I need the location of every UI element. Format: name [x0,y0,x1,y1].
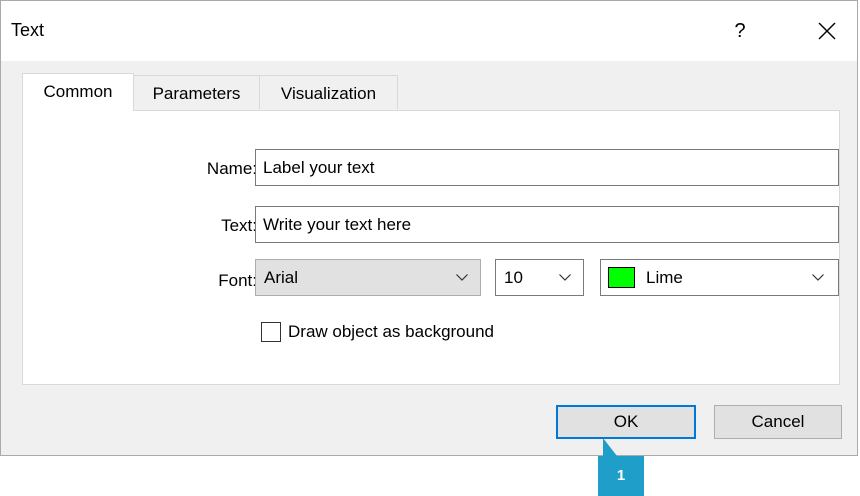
close-button[interactable] [807,13,847,49]
color-select[interactable]: Lime [600,259,839,296]
cancel-button[interactable]: Cancel [714,405,842,439]
tab-visualization[interactable]: Visualization [259,75,398,109]
draw-as-background-checkbox[interactable] [261,322,281,342]
common-tab-panel: Name: Label your text Text: Write your t… [22,110,840,385]
step-marker: 1 [598,456,644,496]
callout-pointer [603,438,617,456]
font-label: Font: [218,271,257,290]
help-button[interactable]: ? [723,13,757,49]
close-icon [818,22,836,40]
text-label: Text: [221,216,257,235]
name-label: Name: [206,159,257,178]
font-family-value: Arial [264,268,299,287]
chevron-down-icon [555,260,575,295]
text-input[interactable]: Write your text here [255,206,839,243]
color-value: Lime [646,268,683,287]
chevron-down-icon [452,260,472,295]
font-size-value: 10 [504,268,523,287]
chevron-down-icon [808,260,828,295]
dialog-title: Text [11,20,45,40]
draw-as-background-label[interactable]: Draw object as background [288,322,494,342]
tab-parameters[interactable]: Parameters [133,75,260,109]
color-swatch [608,267,635,288]
font-family-select[interactable]: Arial [255,259,481,296]
tab-common[interactable]: Common [22,73,134,111]
font-size-select[interactable]: 10 [495,259,584,296]
title-bar: Text ? [1,1,857,61]
text-dialog: Text ? Common Parameters Visualization N… [0,0,858,456]
ok-button[interactable]: OK [556,405,696,439]
name-input[interactable]: Label your text [255,149,839,186]
page: Text ? Common Parameters Visualization N… [0,0,860,496]
